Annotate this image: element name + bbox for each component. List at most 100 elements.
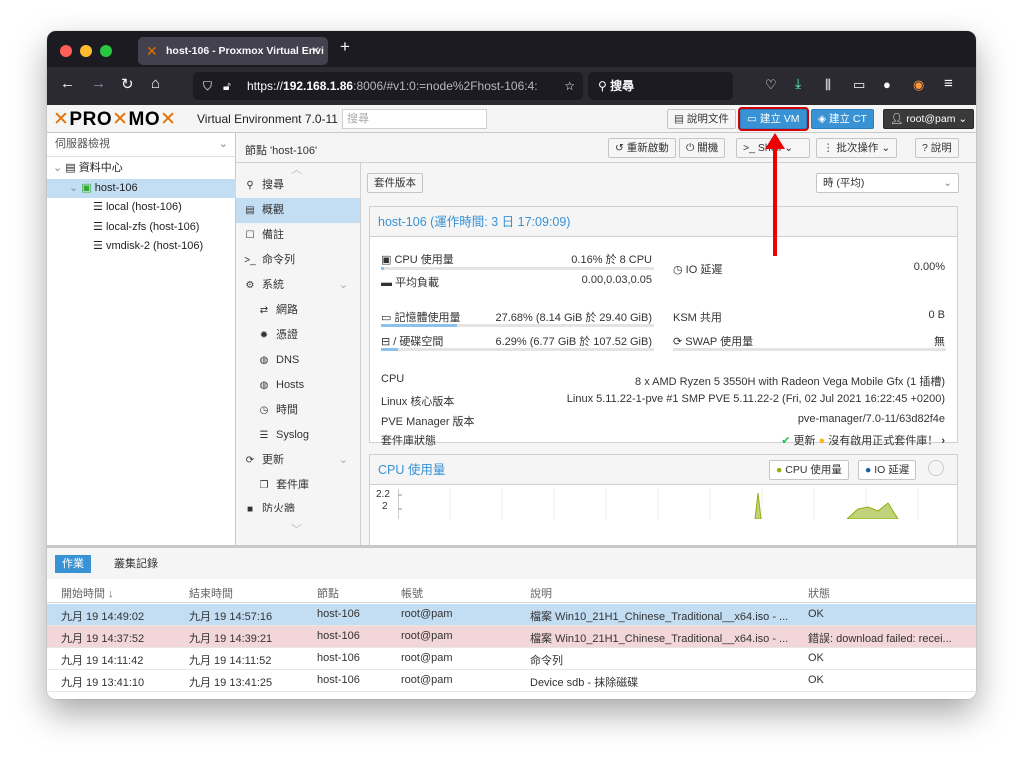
docs-button[interactable]: ▤ 說明文件 — [667, 109, 736, 129]
terminal-icon: >_ — [244, 255, 256, 266]
nav-item-time[interactable]: ◷ 時間 — [236, 398, 360, 423]
nav-item-certificates[interactable]: ✹ 憑證 — [236, 323, 360, 348]
nav-item-system[interactable]: ⚙ 系統 ⌄ — [236, 273, 360, 298]
nav-item-notes[interactable]: ☐ 備註 — [236, 223, 360, 248]
refresh-icon: ⟳ — [245, 455, 255, 466]
memory-usage-fill — [381, 324, 457, 327]
cpu-model-value: 8 x AMD Ryzen 5 3550H with Radeon Vega M… — [635, 376, 945, 388]
swap-usage-bar — [673, 348, 946, 351]
back-icon[interactable]: ← — [60, 75, 75, 92]
home-icon[interactable]: ⌂ — [151, 75, 160, 92]
nav-item-dns[interactable]: ◍ DNS — [236, 348, 360, 373]
repo-status-value[interactable]: ✔ 更新 ● 沒有啟用正式套件庫！ › — [781, 432, 945, 448]
package-versions-button[interactable]: 套件版本 — [367, 173, 423, 193]
tab-close-icon[interactable]: ✕ — [311, 37, 320, 65]
table-row[interactable]: 九月 19 14:49:02 九月 19 14:57:16 host-106 r… — [47, 604, 976, 626]
downloads-icon[interactable]: ⤓ — [795, 75, 801, 92]
nav-item-repositories[interactable]: ❐ 套件庫 — [236, 473, 360, 498]
tree-item-host-106[interactable]: ⌄ ▣ host-106 — [47, 178, 236, 198]
column-description[interactable]: 說明 — [530, 585, 552, 601]
nav-item-shell[interactable]: >_ 命令列 — [236, 248, 360, 273]
table-row[interactable]: 九月 19 13:41:10 九月 19 13:41:25 host-106 r… — [47, 670, 976, 692]
url-host: 192.168.1.86 — [283, 79, 354, 93]
shutdown-button[interactable]: ⏻ 關機 — [679, 138, 726, 158]
memory-usage-bar — [381, 324, 654, 327]
load-label: ▬ 平均負載 — [381, 277, 440, 289]
tab-cluster-log[interactable]: 叢集記錄 — [107, 555, 165, 573]
server-icon: ▬ — [381, 277, 392, 289]
browser-window: ✕ host-106 - Proxmox Virtual Envi ✕ + ← … — [47, 31, 976, 699]
power-icon: ⏻ — [686, 142, 695, 154]
tree-item-storage-local[interactable]: ☰ local (host-106) — [47, 198, 236, 218]
user-icon: 👤︎ — [890, 113, 904, 125]
minimize-window-icon[interactable] — [80, 45, 92, 57]
library-icon[interactable]: ⫼ — [825, 77, 831, 93]
disk-value: 6.29% (6.77 GiB 於 107.52 GiB) — [495, 336, 652, 348]
bulk-actions-button[interactable]: ⋮ 批次操作 ⌄ — [816, 138, 898, 158]
create-vm-button[interactable]: ▭ 建立 VM — [740, 109, 807, 129]
table-row[interactable]: 九月 19 14:11:42 九月 19 14:11:52 host-106 r… — [47, 648, 976, 670]
menu-icon[interactable]: ≡ — [944, 75, 953, 92]
globe-icon: ◍ — [259, 355, 269, 366]
nav-item-firewall[interactable]: ■ 防火牆 — [236, 498, 360, 512]
close-window-icon[interactable] — [60, 45, 72, 57]
user-menu-button[interactable]: 👤︎ root@pam ⌄ — [883, 109, 975, 129]
new-tab-icon[interactable]: + — [340, 37, 350, 57]
exchange-icon: ⇄ — [259, 305, 269, 316]
disk-usage-fill — [381, 348, 399, 351]
reload-icon[interactable]: ↻ — [121, 75, 134, 93]
view-selector[interactable]: 伺服器檢視 ⌄ — [47, 133, 236, 157]
storage-icon: ☰ — [93, 240, 103, 252]
disk-label: ⊟ / 硬碟空間 — [381, 336, 444, 348]
io-delay-value: 0.00% — [913, 261, 945, 273]
legend-io-delay[interactable]: ● IO 延遲 — [858, 460, 917, 480]
collapse-icon: ⌄ — [53, 162, 63, 174]
monitor-icon: ▭ — [747, 113, 757, 125]
forward-icon[interactable]: → — [91, 75, 106, 92]
resource-tree: ⌄ ▤ 資料中心 ⌄ ▣ host-106 ☰ local (host-106)… — [47, 159, 236, 257]
column-start-time[interactable]: 開始時間 ↓ — [61, 585, 114, 601]
nav-item-summary[interactable]: ▤ 概觀 — [236, 198, 360, 223]
account-icon[interactable]: ● — [883, 77, 891, 92]
tree-item-storage-local-zfs[interactable]: ☰ local-zfs (host-106) — [47, 218, 236, 238]
reboot-button[interactable]: ↺ 重新啟動 — [608, 138, 676, 158]
column-user[interactable]: 帳號 — [401, 585, 423, 601]
nav-item-network[interactable]: ⇄ 網路 — [236, 298, 360, 323]
create-ct-button[interactable]: ◈ 建立 CT — [811, 109, 874, 129]
zoom-window-icon[interactable] — [100, 45, 112, 57]
legend-cpu-usage[interactable]: ● CPU 使用量 — [769, 460, 849, 480]
node-title: 節點 'host-106' — [245, 145, 318, 157]
help-button[interactable]: ? 說明 — [915, 138, 959, 158]
nav-item-search[interactable]: ⚲ 搜尋 — [236, 173, 360, 198]
tree-item-datacenter[interactable]: ⌄ ▤ 資料中心 — [47, 159, 236, 179]
extension-icon[interactable]: ◉ — [913, 77, 924, 93]
column-status[interactable]: 狀態 — [808, 585, 830, 601]
help-icon: ? — [922, 142, 928, 154]
lock-warning-icon: 🔓︎ — [223, 79, 231, 93]
bookmark-star-icon[interactable]: ☆ — [560, 72, 575, 100]
scroll-down-icon[interactable]: ﹀ — [291, 521, 302, 537]
browser-search-box[interactable]: ⚲ 搜尋 — [588, 72, 733, 100]
address-bar[interactable]: ⛉ 🔓︎ https://192.168.1.86:8006/#v1:0:=no… — [193, 72, 583, 100]
pocket-icon[interactable]: ♡ — [765, 77, 777, 93]
nav-item-hosts[interactable]: ◍ Hosts — [236, 373, 360, 398]
chart-undo-zoom-icon[interactable] — [928, 460, 944, 476]
nav-item-syslog[interactable]: ☰ Syslog — [236, 423, 360, 448]
table-row[interactable]: 九月 19 14:37:52 九月 19 14:39:21 host-106 r… — [47, 626, 976, 648]
nav-item-updates[interactable]: ⟳ 更新 ⌄ — [236, 448, 360, 473]
sidebar-icon[interactable]: ▭ — [853, 77, 865, 93]
check-circle-icon: ✔ — [781, 435, 791, 447]
swap-value: 無 — [934, 336, 945, 348]
pve-search-input[interactable]: 搜尋 — [342, 109, 487, 129]
node-online-icon: ▣ — [81, 181, 92, 194]
tree-item-storage-vmdisk-2[interactable]: ☰ vmdisk-2 (host-106) — [47, 237, 236, 257]
tab-tasks[interactable]: 作業 — [55, 555, 91, 573]
cpu-chart-card: CPU 使用量 ● CPU 使用量 ● IO 延遲 2.2 2 — [369, 454, 958, 545]
column-end-time[interactable]: 結束時間 — [189, 585, 233, 601]
timeframe-select[interactable]: 時 (平均) ⌄ — [816, 173, 959, 193]
repo-status-label: 套件庫狀態 — [381, 435, 436, 447]
browser-tab[interactable]: ✕ host-106 - Proxmox Virtual Envi ✕ — [138, 37, 328, 65]
chevron-down-icon: ⌄ — [338, 279, 348, 291]
chevron-down-icon: ⌄ — [338, 454, 348, 466]
column-node[interactable]: 節點 — [317, 585, 339, 601]
